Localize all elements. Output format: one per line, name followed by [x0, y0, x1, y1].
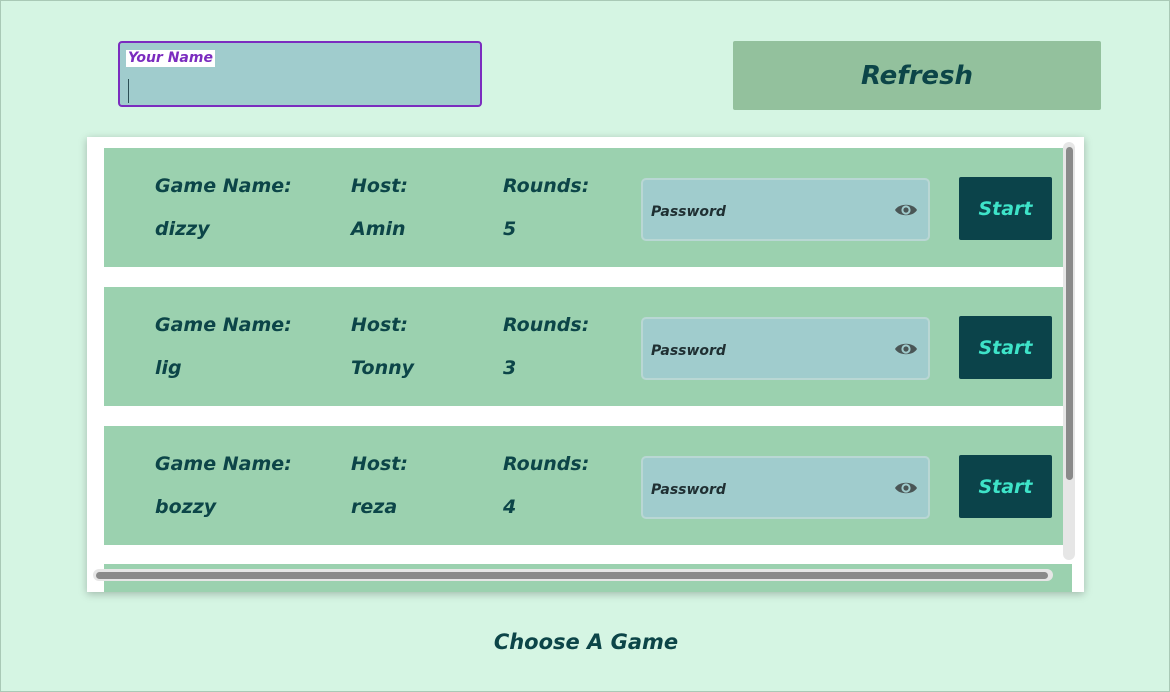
name-field-label: Your Name: [126, 50, 215, 67]
eye-icon[interactable]: [894, 200, 918, 220]
rounds-value: 5: [503, 218, 517, 240]
eye-icon[interactable]: [894, 339, 918, 359]
start-button[interactable]: Start: [959, 316, 1052, 379]
password-field[interactable]: [641, 456, 930, 519]
text-caret: [128, 79, 129, 103]
host-label: Host:: [351, 175, 408, 197]
password-input[interactable]: [649, 199, 883, 225]
game-card: Game Name: dizzy Host: Amin Rounds: 5 St…: [104, 148, 1064, 267]
game-card: Game Name: lig Host: Tonny Rounds: 3 Sta…: [104, 287, 1064, 406]
rounds-label: Rounds:: [503, 453, 590, 475]
game-name-label: Game Name:: [155, 314, 292, 336]
rounds-value: 3: [503, 357, 517, 379]
rounds-label: Rounds:: [503, 175, 590, 197]
host-value: reza: [351, 496, 398, 518]
refresh-button[interactable]: Refresh: [733, 41, 1101, 110]
password-field[interactable]: [641, 317, 930, 380]
vertical-scrollbar-thumb[interactable]: [1066, 147, 1073, 480]
game-list[interactable]: Game Name: dizzy Host: Amin Rounds: 5 St…: [87, 137, 1084, 592]
host-value: Tonny: [351, 357, 415, 379]
game-name-value: dizzy: [155, 218, 210, 240]
host-label: Host:: [351, 453, 408, 475]
host-label: Host:: [351, 314, 408, 336]
start-button[interactable]: Start: [959, 455, 1052, 518]
password-input[interactable]: [649, 338, 883, 364]
name-field[interactable]: Your Name: [118, 41, 482, 107]
horizontal-scrollbar-thumb[interactable]: [96, 572, 1048, 579]
game-card: Game Name: bozzy Host: reza Rounds: 4 St…: [104, 426, 1064, 545]
name-input[interactable]: [126, 77, 470, 103]
page-title: Choose A Game: [493, 630, 679, 654]
password-input[interactable]: [649, 477, 883, 503]
rounds-label: Rounds:: [503, 314, 590, 336]
eye-icon[interactable]: [894, 478, 918, 498]
rounds-value: 4: [503, 496, 517, 518]
game-name-label: Game Name:: [155, 453, 292, 475]
game-name-value: lig: [155, 357, 182, 379]
game-name-value: bozzy: [155, 496, 217, 518]
game-name-label: Game Name:: [155, 175, 292, 197]
password-field[interactable]: [641, 178, 930, 241]
start-button[interactable]: Start: [959, 177, 1052, 240]
host-value: Amin: [351, 218, 406, 240]
